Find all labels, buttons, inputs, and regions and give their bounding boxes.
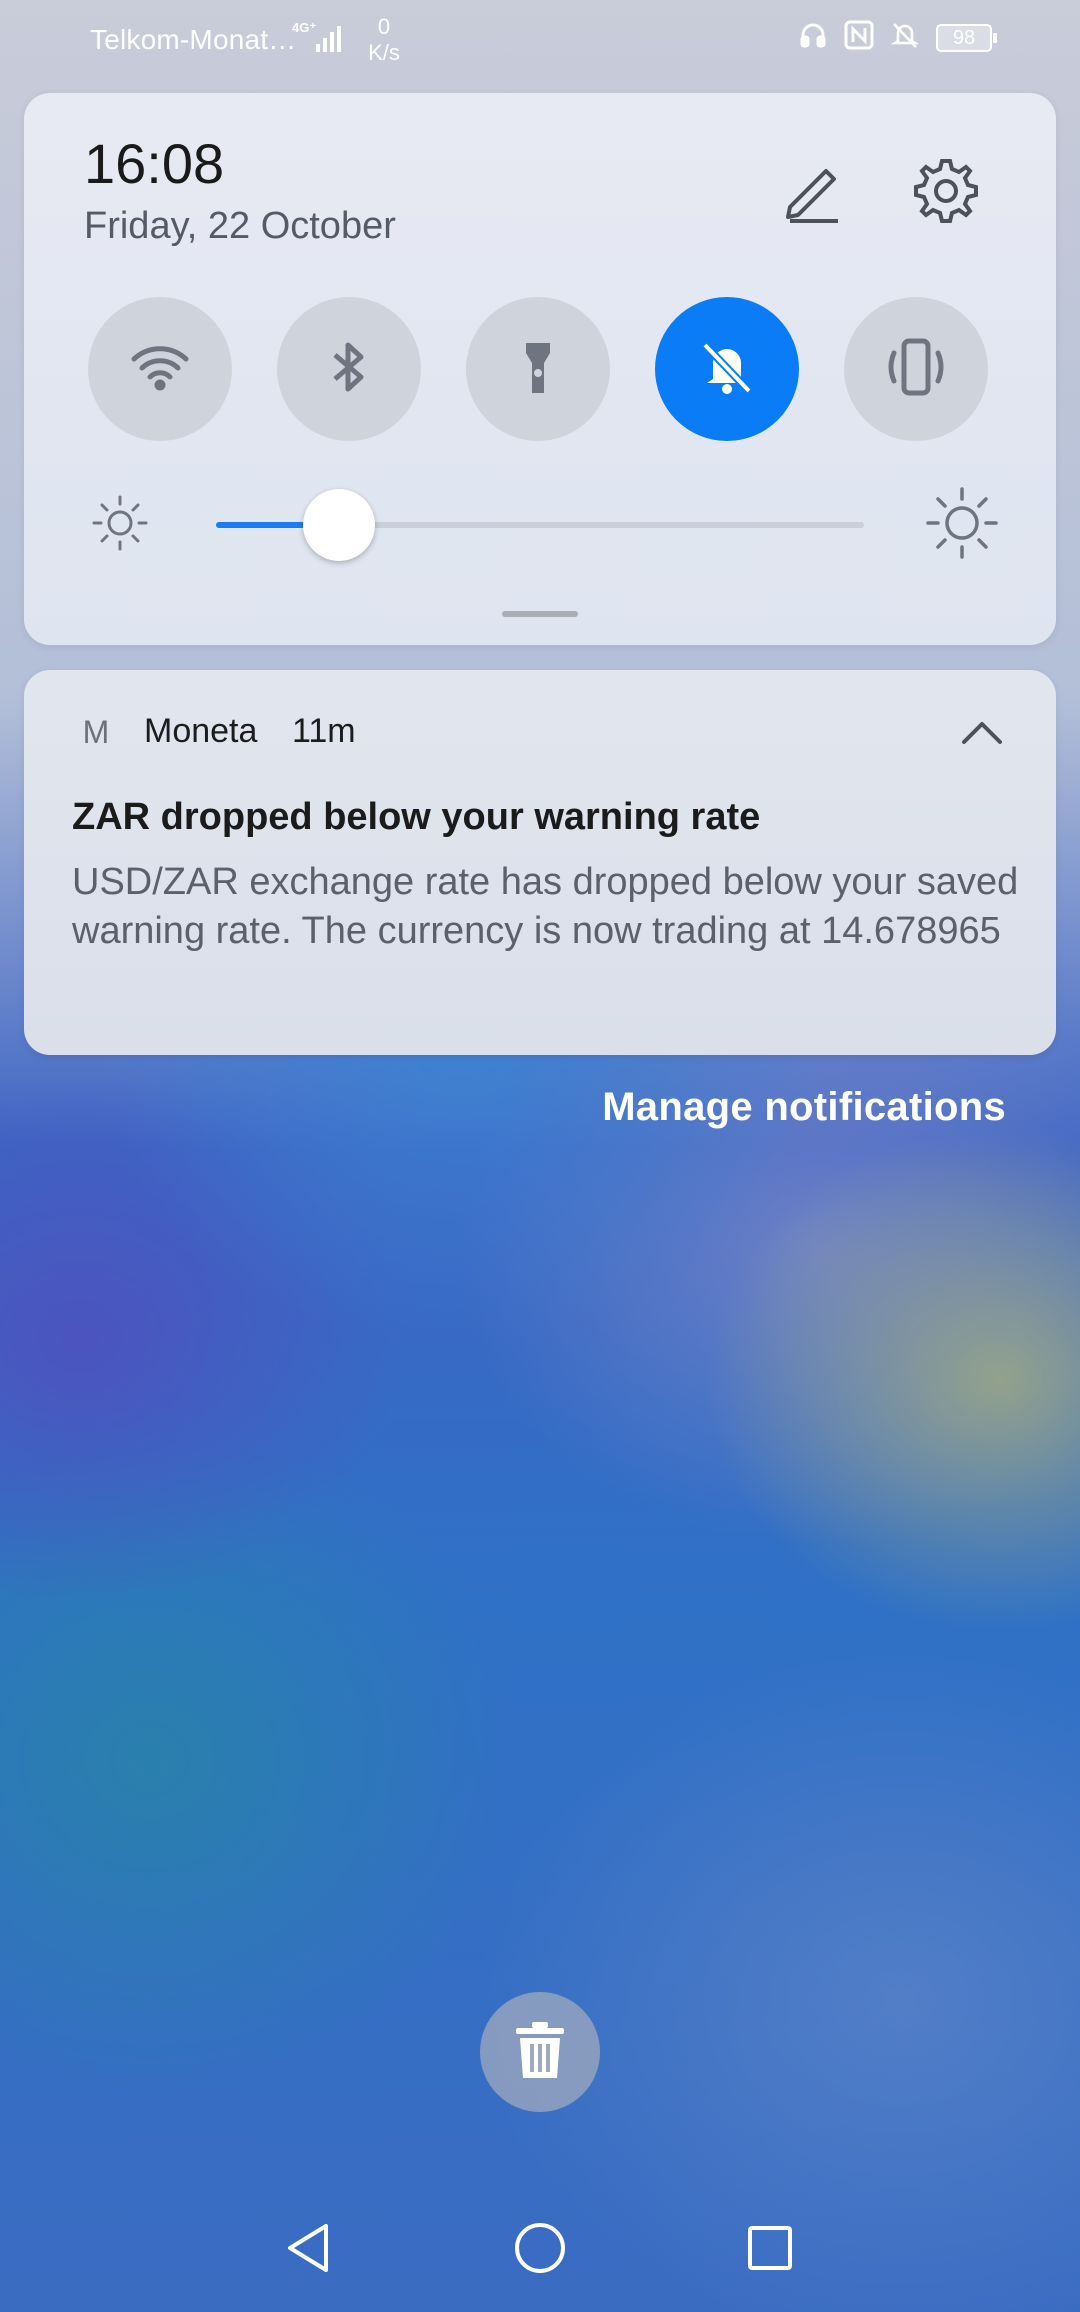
home-circle-icon [512,2220,568,2281]
notification-card[interactable]: M Moneta 11m ZAR dropped below your warn… [24,670,1056,1055]
brightness-high-icon [924,485,1000,561]
app-icon: M [82,714,110,750]
wifi-icon [128,335,192,404]
manage-notifications-link[interactable]: Manage notifications [602,1085,1006,1130]
clock-time: 16:08 [84,132,225,195]
bluetooth-tile[interactable] [277,297,421,441]
flashlight-icon [506,335,570,404]
bluetooth-icon [317,335,381,404]
battery-icon: 98 [936,23,997,52]
nfc-icon [844,20,874,55]
status-bar: Telkom-Monat… 4G⁺ 0 K/s 98 [0,0,1080,80]
trash-icon [510,2018,570,2087]
vibrate-icon [880,331,952,408]
brightness-low-icon [90,493,150,553]
back-button[interactable] [270,2210,350,2290]
headphones-icon [798,20,828,55]
silent-tile[interactable] [655,297,799,441]
carrier-name: Telkom-Monat… [90,24,297,55]
mute-bell-icon [890,20,920,55]
chevron-up-icon[interactable] [958,710,1006,758]
pencil-icon[interactable] [776,153,852,229]
recents-square-icon [742,2220,798,2281]
notification-app-name: Moneta [144,712,258,750]
back-triangle-icon [282,2220,338,2281]
brightness-slider-thumb[interactable] [303,489,375,561]
notification-title: ZAR dropped below your warning rate [72,796,761,838]
notification-body: USD/ZAR exchange rate has dropped below … [72,861,1019,952]
flashlight-tile[interactable] [466,297,610,441]
network-speed-value: 0 [377,14,391,39]
bell-off-icon [695,335,759,404]
panel-drag-handle[interactable] [502,611,578,617]
status-icons: 98 [798,20,997,55]
recents-button[interactable] [730,2210,810,2290]
quick-tiles [88,297,1008,441]
clear-all-button[interactable] [480,1992,600,2112]
home-button[interactable] [500,2210,580,2290]
vibrate-tile[interactable] [844,297,988,441]
gear-icon[interactable] [906,153,982,229]
wifi-tile[interactable] [88,297,232,441]
network-speed-unit: K/s [368,40,400,65]
network-type-label: 4G⁺ [292,20,316,35]
signal-icon: 4G⁺ [290,20,350,56]
network-speed: 0 K/s [362,14,406,66]
clock-date: Friday, 22 October [84,205,396,247]
navigation-bar [0,2210,1080,2290]
quick-settings-panel: 16:08 Friday, 22 October [24,93,1056,645]
notification-time: 11m [292,712,356,750]
